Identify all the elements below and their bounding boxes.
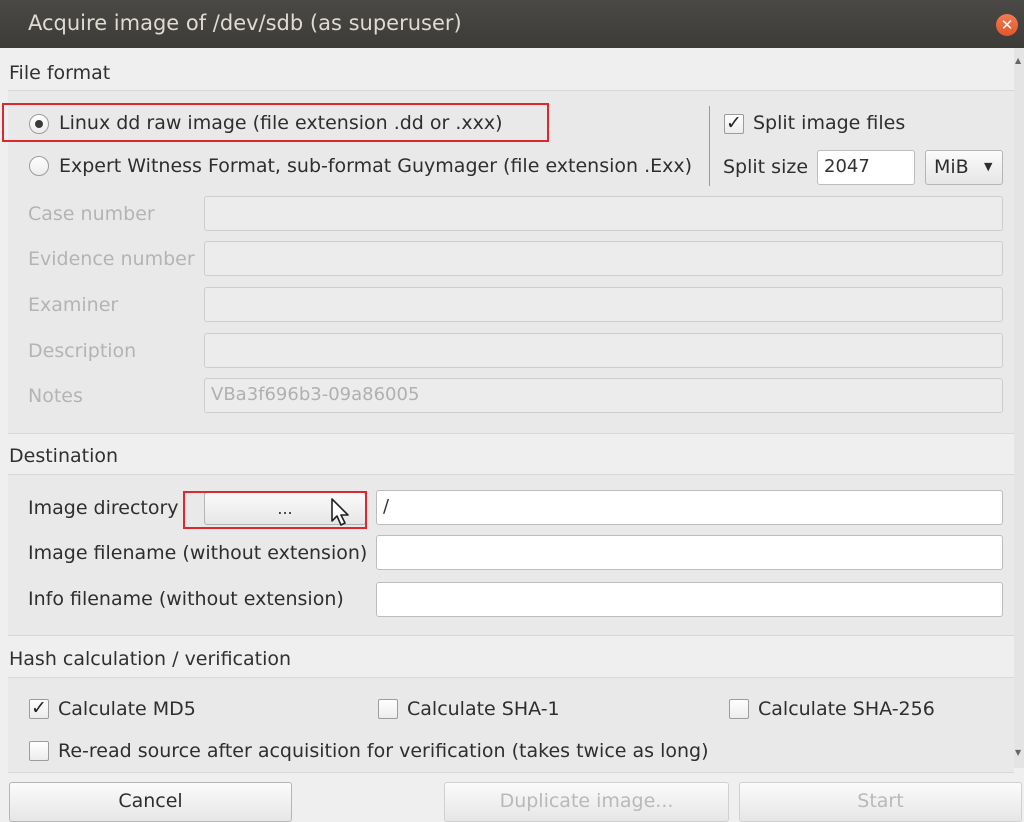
md5-checkbox[interactable]: ✓ [29,697,49,719]
mouse-cursor-icon [331,498,349,526]
scrollbar-track[interactable] [1014,48,1024,768]
reread-checkbox[interactable] [29,741,49,761]
split-checkbox[interactable]: ✓ [724,112,744,134]
scroll-down-icon[interactable]: ▼ [1015,748,1021,757]
duplicate-image-button[interactable]: Duplicate image... [444,782,729,822]
description-label: Description [28,340,137,362]
sha256-label[interactable]: Calculate SHA-256 [758,698,935,720]
evidence-number-label: Evidence number [28,248,195,270]
file-format-title: File format [9,62,111,84]
hash-title: Hash calculation / verification [9,648,292,670]
check-mark-icon: ✓ [31,697,47,719]
destination-title: Destination [9,445,119,467]
info-filename-field[interactable] [376,582,1003,617]
highlight-box-dd [2,103,549,142]
window-title: Acquire image of /dev/sdb (as superuser) [28,11,462,35]
image-filename-field[interactable] [376,535,1003,570]
scroll-up-icon[interactable]: ▲ [1015,56,1021,65]
sha1-checkbox[interactable] [378,699,398,719]
radio-ewf-label[interactable]: Expert Witness Format, sub-format Guymag… [59,155,692,177]
image-filename-label: Image filename (without extension) [28,542,368,564]
examiner-field[interactable] [204,287,1003,322]
info-filename-label: Info filename (without extension) [28,588,344,610]
evidence-number-field[interactable] [204,241,1003,276]
split-checkbox-label[interactable]: Split image files [753,112,905,134]
chevron-down-icon: ▼ [984,160,993,173]
close-icon[interactable]: ✕ [996,14,1018,36]
split-divider [709,106,710,186]
notes-field[interactable]: VBa3f696b3-09a86005 [204,378,1003,413]
radio-ewf[interactable] [29,156,49,176]
notes-label: Notes [28,385,83,407]
sha256-checkbox[interactable] [729,699,749,719]
start-button[interactable]: Start [739,782,1022,822]
case-number-field[interactable] [204,196,1003,231]
examiner-label: Examiner [28,294,119,316]
check-mark-icon: ✓ [726,112,742,134]
case-number-label: Case number [28,203,155,225]
sha1-label[interactable]: Calculate SHA-1 [407,698,560,720]
split-unit-select[interactable]: MiB ▼ [925,150,1003,185]
image-directory-label: Image directory [28,497,179,519]
image-directory-field[interactable]: / [376,490,1003,525]
split-unit-value: MiB [934,156,969,178]
cancel-button[interactable]: Cancel [9,782,292,822]
md5-label[interactable]: Calculate MD5 [58,698,196,720]
split-size-label: Split size [723,156,809,178]
split-size-input[interactable]: 2047 [817,150,915,185]
reread-label[interactable]: Re-read source after acquisition for ver… [58,740,709,762]
description-field[interactable] [204,333,1003,368]
